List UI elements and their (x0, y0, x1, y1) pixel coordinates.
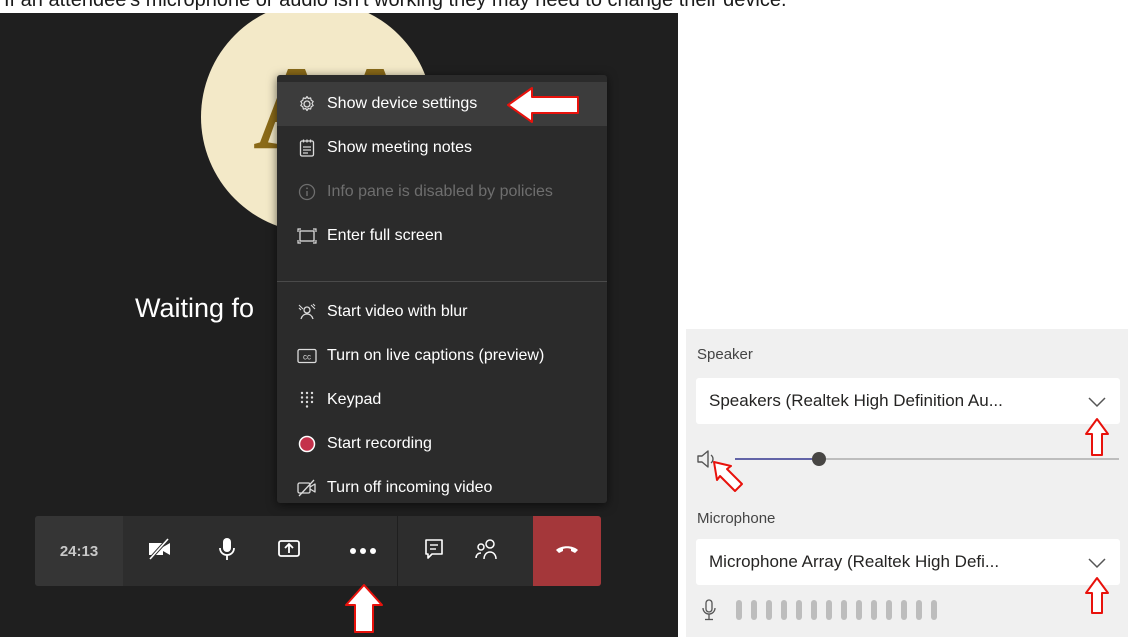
meeting-stage: AA Waiting fo Show device settings Show … (0, 13, 678, 637)
mic-level-bar (901, 600, 907, 620)
svg-text:cc: cc (303, 353, 311, 362)
more-actions-menu: Show device settings Show meeting notes … (277, 75, 607, 503)
mic-level-bar (841, 600, 847, 620)
show-conversation-button[interactable] (408, 516, 460, 586)
menu-item-label: Show device settings (327, 95, 478, 112)
chat-icon (423, 538, 445, 565)
show-participants-button[interactable] (461, 516, 513, 586)
video-off-icon (297, 478, 317, 498)
microphone-select[interactable]: Microphone Array (Realtek High Defi... (696, 539, 1120, 585)
camera-off-icon (147, 537, 173, 565)
speaker-volume-icon (696, 449, 718, 474)
menu-item-keypad[interactable]: Keypad (277, 378, 607, 422)
gear-icon (297, 94, 317, 114)
menu-item-enter-full-screen[interactable]: Enter full screen (277, 214, 607, 258)
hang-up-button[interactable] (533, 516, 601, 586)
menu-item-start-video-with-blur[interactable]: Start video with blur (277, 290, 607, 334)
mic-level-bar (856, 600, 862, 620)
microphone-level-icon (702, 599, 716, 626)
caption-text: If an attendee's microphone or audio isn… (4, 0, 787, 11)
share-screen-icon (277, 538, 301, 565)
speaker-select[interactable]: Speakers (Realtek High Definition Au... (696, 378, 1120, 424)
notes-icon (297, 138, 317, 158)
microphone-level-meter (736, 600, 937, 620)
menu-item-label: Show meeting notes (327, 139, 472, 156)
keypad-icon (297, 390, 317, 410)
cc-icon: cc (297, 346, 317, 366)
speaker-select-value: Speakers (Realtek High Definition Au... (709, 391, 1003, 410)
mic-level-bar (916, 600, 922, 620)
microphone-toggle-button[interactable] (201, 516, 253, 586)
chevron-down-icon[interactable] (1086, 390, 1108, 417)
microphone-label: Microphone (697, 510, 776, 527)
more-actions-button[interactable] (337, 516, 389, 586)
menu-item-show-device-settings[interactable]: Show device settings (277, 82, 607, 126)
more-options-icon (349, 542, 377, 560)
menu-item-label: Enter full screen (327, 227, 443, 244)
menu-item-start-recording[interactable]: Start recording (277, 422, 607, 466)
menu-item-label: Start recording (327, 435, 432, 452)
record-icon (297, 434, 317, 454)
call-timer: 24:13 (35, 516, 123, 586)
menu-item-label: Keypad (327, 391, 382, 408)
mic-level-bar (736, 600, 742, 620)
menu-item-label: Turn on live captions (preview) (327, 347, 545, 364)
waiting-text: Waiting fo (135, 293, 255, 323)
blur-icon (297, 302, 317, 322)
menu-item-live-captions[interactable]: cc Turn on live captions (preview) (277, 334, 607, 378)
speaker-volume-slider[interactable] (735, 452, 1119, 466)
menu-item-label: Start video with blur (327, 303, 468, 320)
speaker-volume-thumb[interactable] (812, 452, 827, 466)
device-settings-panel: Speaker Speakers (Realtek High Definitio… (686, 329, 1128, 637)
info-icon (297, 182, 317, 202)
mic-level-bar (811, 600, 817, 620)
menu-divider (277, 281, 607, 282)
menu-item-show-meeting-notes[interactable]: Show meeting notes (277, 126, 607, 170)
mic-level-bar (826, 600, 832, 620)
camera-toggle-button[interactable] (134, 516, 186, 586)
mic-level-bar (931, 600, 937, 620)
chevron-down-icon[interactable] (1086, 551, 1108, 578)
mic-level-bar (796, 600, 802, 620)
menu-item-label: Turn off incoming video (327, 479, 493, 496)
speaker-label: Speaker (697, 346, 753, 363)
mic-level-bar (886, 600, 892, 620)
microphone-icon (218, 537, 236, 566)
mic-level-bar (871, 600, 877, 620)
speaker-volume-fill (735, 458, 820, 460)
mic-level-bar (766, 600, 772, 620)
participants-icon (475, 538, 499, 565)
fullscreen-icon (297, 226, 317, 246)
mic-level-bar (781, 600, 787, 620)
mic-level-bar (751, 600, 757, 620)
menu-item-turn-off-incoming-video[interactable]: Turn off incoming video (277, 466, 607, 510)
toolbar-divider (397, 516, 398, 586)
share-screen-button[interactable] (263, 516, 315, 586)
meeting-controls-toolbar: 24:13 (35, 516, 601, 586)
menu-item-info-pane-disabled: Info pane is disabled by policies (277, 170, 607, 214)
menu-item-label: Info pane is disabled by policies (327, 183, 553, 200)
microphone-select-value: Microphone Array (Realtek High Defi... (709, 552, 1000, 571)
hang-up-icon (555, 542, 579, 560)
